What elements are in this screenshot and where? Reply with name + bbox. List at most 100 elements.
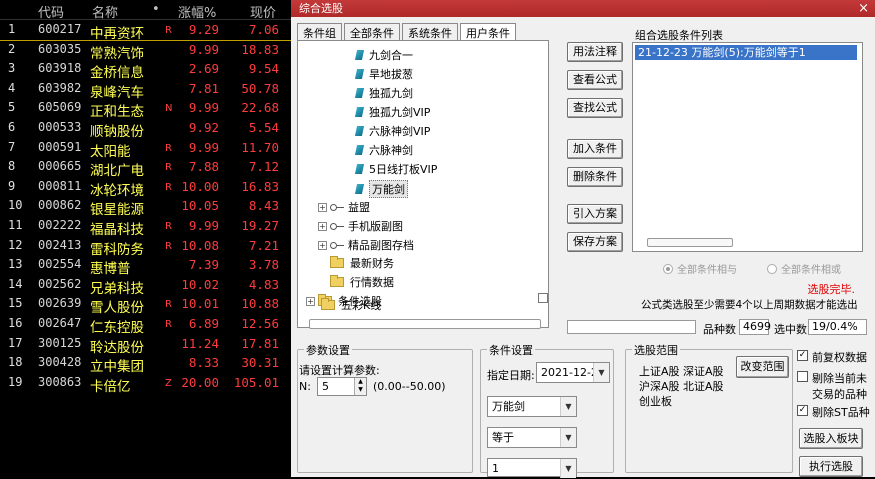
- expand-icon[interactable]: +: [318, 221, 327, 231]
- change-range-button[interactable]: 改变范围: [736, 356, 789, 378]
- combo-condition-list[interactable]: 21-12-23 万能剑(5):万能剑等于1: [632, 42, 863, 252]
- run-screening-button[interactable]: 执行选股: [799, 456, 863, 477]
- tree-item-label: 行情数据: [350, 276, 394, 289]
- delete-condition-button[interactable]: 删除条件: [567, 167, 623, 187]
- tree-item-leaf[interactable]: 5日线打板VIP: [354, 161, 437, 177]
- formula-tree[interactable]: 九剑合一 旱地拔葱 独孤九剑 独孤九剑VIP 六脉神剑VIP 六脉神剑 5日线打…: [297, 40, 549, 328]
- stock-row[interactable]: 8 000665 湖北广电 R 7.88 7.12: [0, 158, 291, 179]
- param-n-input[interactable]: 5 ▲ ▼: [317, 377, 367, 396]
- stock-row[interactable]: 3 603918 金桥信息 2.69 9.54: [0, 60, 291, 81]
- stock-row[interactable]: 13 002554 惠博普 7.39 3.78: [0, 256, 291, 277]
- tree-folder-kline[interactable]: 五彩K线: [309, 297, 381, 313]
- close-icon[interactable]: ×: [858, 0, 869, 17]
- tree-item-leaf[interactable]: 独孤九剑VIP: [354, 104, 431, 120]
- stock-row[interactable]: 11 002222 福晶科技 R 9.99 19.27: [0, 217, 291, 238]
- stock-row[interactable]: 9 000811 冰轮环境 R 10.00 16.83: [0, 178, 291, 199]
- stock-change: 2.69: [188, 61, 219, 77]
- stock-price: 7.12: [248, 159, 279, 175]
- stock-change: 20.00: [181, 374, 219, 390]
- tree-node-archive[interactable]: + 精品副图存档: [318, 237, 414, 253]
- stock-change: 9.99: [188, 218, 219, 233]
- stock-row[interactable]: 15 002639 雪人股份 R 10.01 10.88: [0, 295, 291, 316]
- stock-price: 105.01: [233, 374, 279, 390]
- checkbox-box: [797, 371, 808, 382]
- stock-code: 300125: [38, 335, 82, 350]
- chevron-down-icon[interactable]: ▼: [593, 363, 609, 382]
- stock-row[interactable]: 1 600217 中再资环 R 9.29 7.06: [0, 21, 291, 42]
- chevron-down-icon[interactable]: ▼: [560, 428, 576, 447]
- add-to-block-button[interactable]: 选股入板块: [799, 428, 863, 449]
- usage-notes-button[interactable]: 用法注释: [567, 42, 623, 62]
- tree-item-leaf[interactable]: 六脉神剑VIP: [354, 123, 430, 139]
- exclude-suspended-checkbox[interactable]: 剔除当前未 交易的品种: [797, 370, 867, 402]
- folder-icon: [330, 275, 344, 287]
- stock-name: 正和生态: [90, 104, 144, 121]
- formula-select[interactable]: 万能剑 ▼: [487, 396, 577, 417]
- tab-system-conditions[interactable]: 系统条件: [402, 23, 458, 40]
- date-picker[interactable]: 2021-12-23 ▼: [536, 362, 610, 383]
- tree-item-selected[interactable]: 万能剑: [354, 180, 408, 198]
- expand-icon[interactable]: +: [318, 240, 327, 250]
- stock-flag: R: [165, 142, 172, 154]
- tree-horizontal-scrollbar[interactable]: [309, 319, 541, 329]
- chevron-down-icon[interactable]: ▼: [560, 459, 576, 478]
- stock-row[interactable]: 4 603982 泉峰汽车 7.81 50.78: [0, 80, 291, 101]
- tree-item-leaf[interactable]: 六脉神剑: [354, 142, 413, 158]
- pre-adjust-checkbox[interactable]: ✓ 前复权数据: [797, 349, 867, 365]
- tab-all-conditions[interactable]: 全部条件: [344, 23, 400, 40]
- stock-row[interactable]: 7 000591 太阳能 R 9.99 11.70: [0, 139, 291, 160]
- tree-node-yimeng[interactable]: + 益盟: [318, 199, 370, 215]
- param-n-spinner[interactable]: ▲ ▼: [354, 378, 366, 395]
- row-index: 4: [8, 80, 16, 95]
- dialog-titlebar[interactable]: 综合选股 ×: [291, 0, 875, 17]
- tab-user-conditions[interactable]: 用户条件: [460, 23, 516, 40]
- stock-price: 16.83: [241, 178, 279, 194]
- operator-select[interactable]: 等于 ▼: [487, 427, 577, 448]
- tree-item-leaf[interactable]: 旱地拔葱: [354, 66, 413, 82]
- stock-code: 000665: [38, 159, 82, 174]
- import-plan-button[interactable]: 引入方案: [567, 204, 623, 224]
- header-code[interactable]: 代码: [38, 2, 64, 21]
- tree-folder-market[interactable]: 行情数据: [318, 274, 394, 290]
- header-change[interactable]: 涨幅%: [178, 2, 216, 21]
- tree-node-mobile[interactable]: + 手机版副图: [318, 218, 403, 234]
- save-plan-button[interactable]: 保存方案: [567, 232, 623, 252]
- tree-folder-finance[interactable]: 最新财务: [318, 255, 394, 271]
- add-condition-button[interactable]: 加入条件: [567, 139, 623, 159]
- header-name[interactable]: 名称: [92, 2, 118, 21]
- stock-price: 5.54: [248, 120, 279, 135]
- tab-condition-group[interactable]: 条件组: [297, 23, 342, 40]
- stock-row[interactable]: 16 002647 仁东控股 R 6.89 12.56: [0, 315, 291, 336]
- chevron-down-icon[interactable]: ▼: [560, 397, 576, 416]
- params-prompt: 请设置计算参数:: [299, 364, 380, 377]
- row-index: 19: [8, 374, 23, 389]
- stock-row[interactable]: 17 300125 聆达股份 11.24 17.81: [0, 335, 291, 356]
- stock-row[interactable]: 10 000862 银星能源 10.05 8.43: [0, 197, 291, 218]
- radio-all-and[interactable]: 全部条件相与: [663, 261, 737, 276]
- find-formula-button[interactable]: 查找公式: [567, 98, 623, 118]
- dialog-title: 综合选股: [299, 2, 343, 15]
- tree-item-label: 独孤九剑VIP: [369, 106, 431, 119]
- row-index: 5: [8, 100, 16, 115]
- stock-row[interactable]: 19 300863 卡倍亿 Z 20.00 105.01: [0, 374, 291, 395]
- combo-horizontal-scrollbar[interactable]: [647, 238, 733, 247]
- value-select[interactable]: 1 ▼: [487, 458, 577, 478]
- expand-icon[interactable]: +: [318, 202, 327, 212]
- stock-change: 7.88: [188, 159, 219, 175]
- stock-row[interactable]: 6 000533 顺钠股份 9.92 5.54: [0, 119, 291, 140]
- exclude-st-checkbox[interactable]: ✓ 剔除ST品种: [797, 404, 870, 420]
- tree-item-leaf[interactable]: 独孤九剑: [354, 85, 413, 101]
- stock-row[interactable]: 5 605069 正和生态 N 9.99 22.68: [0, 99, 291, 121]
- stock-row[interactable]: 12 002413 雷科防务 R 10.08 7.21: [0, 237, 291, 258]
- stock-row[interactable]: 18 300428 立中集团 8.33 30.31: [0, 354, 291, 376]
- stock-row[interactable]: 14 002562 兄弟科技 10.02 4.83: [0, 276, 291, 297]
- stock-flag: R: [165, 25, 172, 36]
- stock-name: 立中集团: [90, 359, 144, 376]
- stock-row[interactable]: 2 603035 常熟汽饰 9.99 18.83: [0, 41, 291, 62]
- header-price[interactable]: 现价: [250, 2, 276, 21]
- radio-all-or[interactable]: 全部条件相或: [767, 261, 841, 276]
- combo-condition-item[interactable]: 21-12-23 万能剑(5):万能剑等于1: [635, 45, 857, 60]
- view-formula-button[interactable]: 查看公式: [567, 70, 623, 90]
- row-index: 15: [8, 296, 23, 311]
- tree-item-leaf[interactable]: 九剑合一: [354, 47, 413, 63]
